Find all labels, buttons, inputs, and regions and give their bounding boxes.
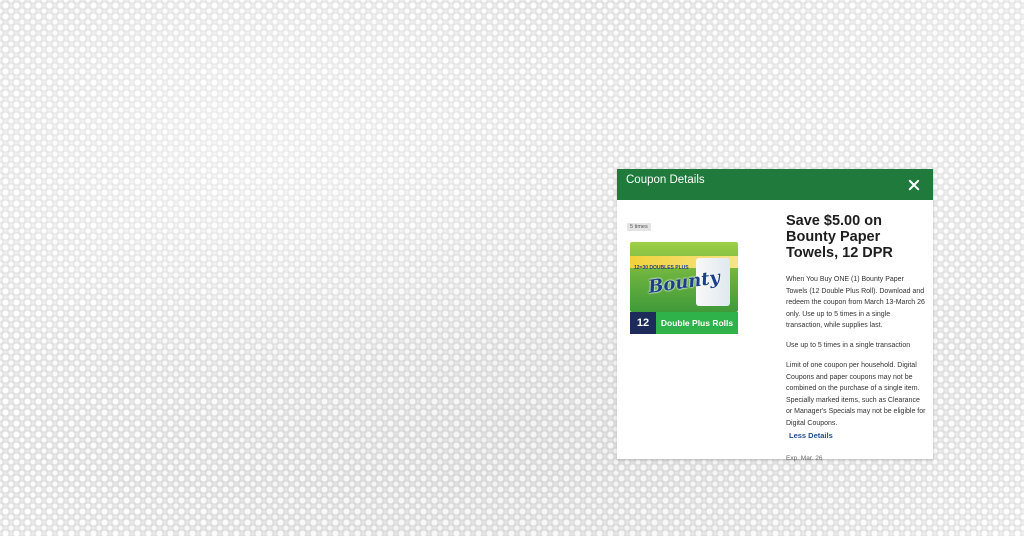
coupon-image-area: 5 times 12=30 DOUBLES PLUS Bounty 12 Dou… xyxy=(627,215,739,334)
terms-text: Limit of one coupon per household. Digit… xyxy=(786,362,926,427)
times-badge: 5 times xyxy=(627,223,651,231)
coupon-terms: Limit of one coupon per household. Digit… xyxy=(786,360,926,443)
expiration-date: Exp. Mar. 26 xyxy=(786,454,823,462)
modal-title: Coupon Details xyxy=(626,174,705,186)
roll-label: Double Plus Rolls xyxy=(656,312,738,334)
product-image: 12=30 DOUBLES PLUS Bounty 12 Double Plus… xyxy=(630,242,738,337)
offer-title: Save $5.00 on Bounty Paper Towels, 12 DP… xyxy=(786,213,893,261)
modal-header: Coupon Details xyxy=(617,169,933,200)
coupon-text-area: Save $5.00 on Bounty Paper Towels, 12 DP… xyxy=(786,213,926,462)
less-details-link[interactable]: Less Details xyxy=(789,430,833,442)
product-banner-text: 12=30 DOUBLES PLUS xyxy=(634,265,689,271)
close-icon[interactable] xyxy=(905,176,923,194)
usage-limit: Use up to 5 times in a single transactio… xyxy=(786,341,911,349)
product-count-strip: 12 Double Plus Rolls xyxy=(630,312,738,334)
roll-count: 12 xyxy=(630,312,656,334)
coupon-details-modal: Coupon Details 5 times 12=30 DOUBLES PLU… xyxy=(617,169,933,462)
offer-description: When You Buy ONE (1) Bounty Paper Towels… xyxy=(786,276,925,329)
product-box: 12=30 DOUBLES PLUS Bounty xyxy=(630,242,738,312)
